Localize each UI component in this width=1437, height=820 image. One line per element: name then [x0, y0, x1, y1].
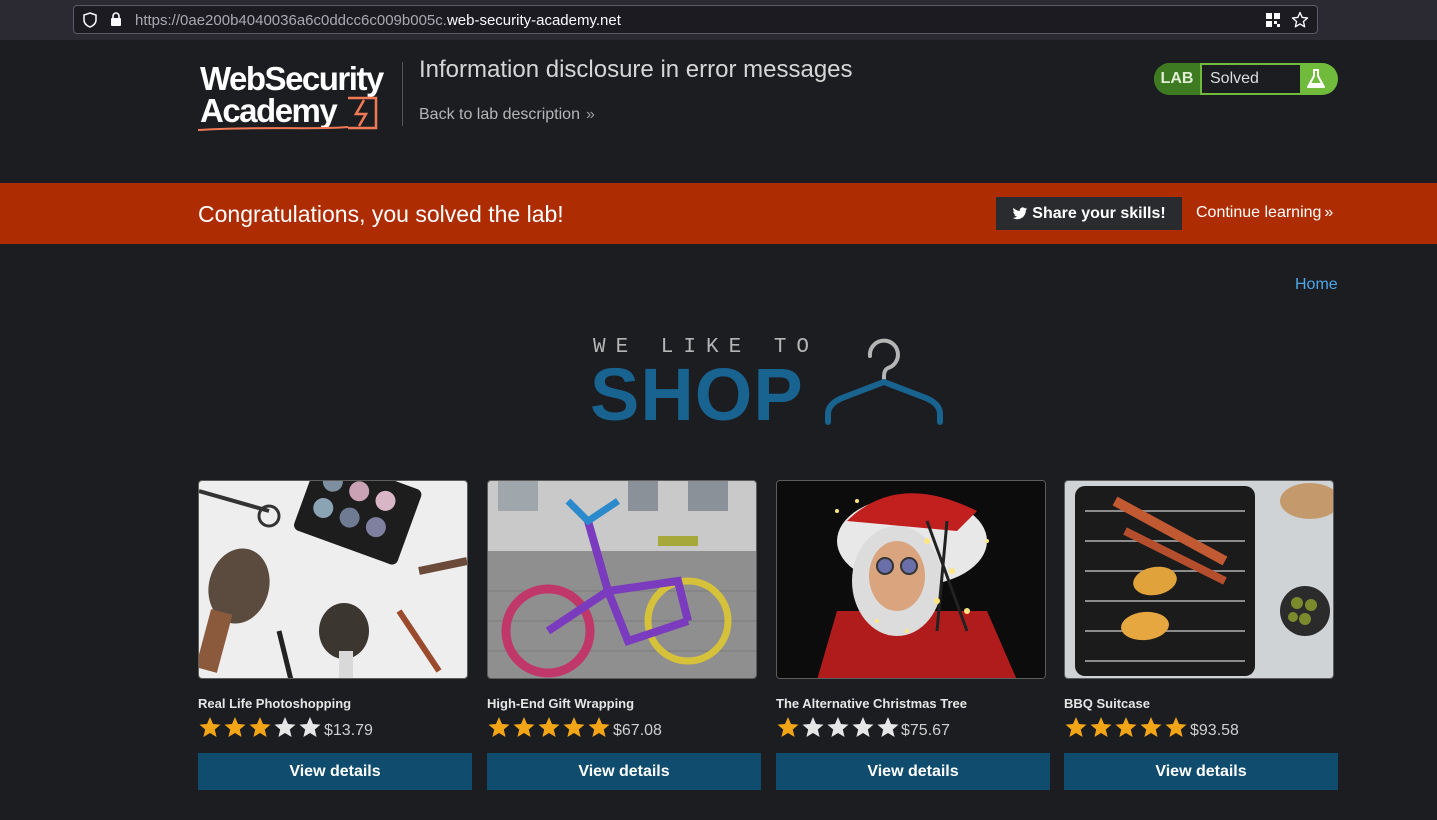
star-empty-icon [274, 717, 296, 737]
product-price: $93.58 [1190, 722, 1239, 739]
star-empty-icon [852, 717, 874, 737]
share-skills-button[interactable]: Share your skills! [996, 197, 1182, 230]
web-security-academy-logo[interactable]: WebSecurity Academy [197, 60, 403, 135]
continue-learning-link[interactable]: Continue learning» [1196, 204, 1333, 222]
twitter-icon [1012, 207, 1028, 220]
back-to-lab-description-link[interactable]: Back to lab description » [419, 106, 595, 124]
product-name: Real Life Photoshopping [198, 696, 352, 711]
qr-code-icon[interactable] [1265, 12, 1281, 33]
product-image-bicycle [487, 480, 757, 679]
continue-learning-label: Continue learning [1196, 204, 1322, 221]
address-bar[interactable]: https://0ae200b4040036a6c0ddcc6c009b005c… [73, 5, 1318, 34]
star-filled-icon [1115, 717, 1137, 737]
product-name: BBQ Suitcase [1064, 696, 1150, 711]
product-price: $13.79 [324, 722, 373, 739]
congratulations-message: Congratulations, you solved the lab! [198, 201, 564, 227]
view-details-button[interactable]: View details [198, 753, 472, 790]
shop-logo-word: SHOP [590, 353, 804, 436]
product-image-bbq [1064, 480, 1334, 679]
url-domain: web-security-academy.net [446, 12, 621, 29]
star-filled-icon [777, 717, 799, 737]
back-link-label: Back to lab description [419, 106, 580, 123]
view-details-button[interactable]: View details [776, 753, 1050, 790]
star-filled-icon [538, 717, 560, 737]
flask-icon [1304, 68, 1328, 95]
product-image-makeup [198, 480, 468, 679]
star-rating [487, 716, 612, 740]
lab-status-badge: LAB Solved [1154, 63, 1338, 95]
view-details-button[interactable]: View details [1064, 753, 1338, 790]
header-divider [402, 62, 403, 126]
star-empty-icon [827, 717, 849, 737]
star-filled-icon [588, 717, 610, 737]
star-empty-icon [877, 717, 899, 737]
star-filled-icon [1065, 717, 1087, 737]
product-image-santa [776, 480, 1046, 679]
lab-status-text: Solved [1202, 65, 1300, 93]
lab-label: LAB [1154, 63, 1200, 95]
star-filled-icon [563, 717, 585, 737]
star-filled-icon [224, 717, 246, 737]
star-filled-icon [488, 717, 510, 737]
home-link[interactable]: Home [1295, 276, 1338, 294]
url-prefix: https://0ae200b4040036a6c0ddcc6c009b005c… [135, 12, 447, 29]
product-price: $67.08 [613, 722, 662, 739]
star-empty-icon [802, 717, 824, 737]
product-name: High-End Gift Wrapping [487, 696, 635, 711]
clothes-hanger-icon [822, 336, 947, 433]
double-chevron-right-icon: » [1324, 204, 1334, 221]
product-name: The Alternative Christmas Tree [776, 696, 967, 711]
view-details-button[interactable]: View details [487, 753, 761, 790]
star-empty-icon [299, 717, 321, 737]
star-filled-icon [513, 717, 535, 737]
svg-text:Academy: Academy [200, 92, 338, 129]
star-filled-icon [1090, 717, 1112, 737]
browser-toolbar: https://0ae200b4040036a6c0ddcc6c009b005c… [0, 0, 1437, 40]
double-chevron-right-icon: » [585, 106, 595, 123]
shield-icon[interactable] [83, 12, 97, 33]
bookmark-star-icon[interactable] [1291, 11, 1309, 34]
lab-title: Information disclosure in error messages [419, 56, 853, 83]
url-text[interactable]: https://0ae200b4040036a6c0ddcc6c009b005c… [135, 12, 621, 29]
star-rating [198, 716, 323, 740]
star-rating [776, 716, 901, 740]
congratulations-banner: Congratulations, you solved the lab! Sha… [0, 183, 1437, 244]
product-price: $75.67 [901, 722, 950, 739]
academy-header: WebSecurity Academy Information disclosu… [0, 40, 1437, 183]
star-filled-icon [199, 717, 221, 737]
star-filled-icon [1140, 717, 1162, 737]
share-button-label: Share your skills! [1032, 205, 1166, 222]
star-rating [1064, 716, 1189, 740]
lock-icon[interactable] [110, 12, 122, 32]
star-filled-icon [249, 717, 271, 737]
star-filled-icon [1165, 717, 1187, 737]
